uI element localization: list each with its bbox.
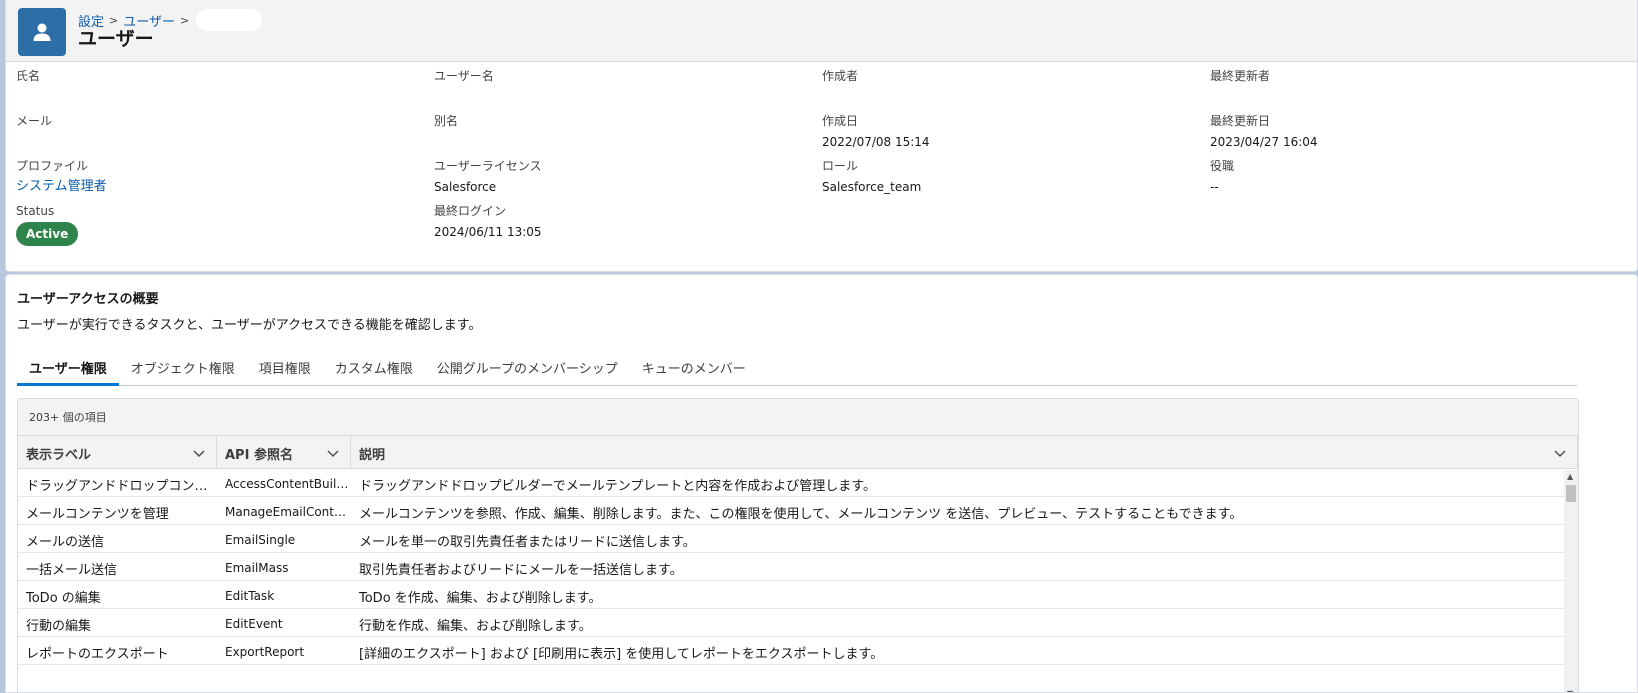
table-header: 表示ラベル API 参照名 説明 (18, 436, 1578, 469)
field-label: 氏名 (16, 69, 41, 83)
field-created-by: 作成者 (822, 68, 858, 84)
table-row[interactable]: ドラッグアンドドロップコンテ... AccessContentBuilder ド… (18, 469, 1578, 497)
cell-api-name: AccessContentBuilder (225, 477, 351, 491)
page-header: 設定 > ユーザー > ユーザー (6, 0, 1637, 62)
field-created-date: 作成日 2022/07/08 15:14 (822, 113, 930, 150)
field-role: ロール Salesforce_team (822, 158, 921, 195)
field-status: Status Active (16, 203, 79, 246)
user-access-summary-card: ユーザーアクセスの概要 ユーザーが実行できるタスクと、ユーザーがアクセスできる機… (5, 274, 1638, 693)
chevron-down-icon[interactable] (1553, 446, 1567, 460)
field-label: Status (16, 204, 55, 218)
field-value: 2022/07/08 15:14 (822, 135, 930, 149)
breadcrumb-redacted-user (196, 9, 263, 31)
cell-description: メールコンテンツを参照、作成、編集、削除します。また、この権限を使用して、メール… (359, 507, 1243, 522)
cell-description: ToDo を作成、編集、および削除します。 (359, 591, 602, 606)
table-row[interactable]: ToDo の編集 EditTask ToDo を作成、編集、および削除します。 (18, 581, 1578, 609)
table-scrollbar[interactable]: ▲ ▼ (1564, 470, 1578, 692)
breadcrumb-separator: > (179, 13, 190, 27)
cell-description: ドラッグアンドドロップビルダーでメールテンプレートと内容を作成および管理します。 (359, 479, 877, 494)
cell-description: メールを単一の取引先責任者またはリードに送信します。 (359, 535, 696, 550)
tab-custom-permissions[interactable]: カスタム権限 (323, 349, 425, 386)
table-row[interactable]: メールの送信 EmailSingle メールを単一の取引先責任者またはリードに送… (18, 525, 1578, 553)
user-header-card: 設定 > ユーザー > ユーザー 氏名 ユーザー名 作成者 最終更新者 メール … (5, 0, 1638, 272)
field-value: -- (1210, 180, 1219, 194)
access-tabs: ユーザー権限 オブジェクト権限 項目権限 カスタム権限 公開グループのメンバーシ… (17, 349, 1577, 386)
field-label: ユーザーライセンス (434, 159, 542, 173)
field-value: 2024/06/11 13:05 (434, 225, 542, 239)
column-header-api-name[interactable]: API 参照名 (217, 436, 351, 468)
column-header-text: API 参照名 (225, 448, 293, 463)
field-label: ユーザー名 (434, 69, 494, 83)
field-label: 別名 (434, 114, 459, 128)
field-username: ユーザー名 (434, 68, 494, 84)
table-body: ドラッグアンドドロップコンテ... AccessContentBuilder ド… (18, 469, 1578, 665)
status-badge: Active (16, 222, 79, 246)
field-email: メール (16, 113, 52, 129)
field-value: 2023/04/27 16:04 (1210, 135, 1318, 149)
page-title: ユーザー (78, 28, 154, 50)
field-full-name: 氏名 (16, 68, 40, 84)
cell-label: 一括メール送信 (26, 563, 118, 578)
user-detail-fields: 氏名 ユーザー名 作成者 最終更新者 メール 別名 作成日 2022/07/08… (6, 62, 1637, 271)
cell-api-name: ManageEmailContent (225, 505, 351, 519)
user-icon (18, 8, 66, 56)
cell-label: 行動の編集 (26, 619, 92, 634)
field-last-modified-by: 最終更新者 (1210, 68, 1270, 84)
table-row[interactable]: 行動の編集 EditEvent 行動を作成、編集、および削除します。 (18, 609, 1578, 637)
cell-label: ToDo の編集 (26, 591, 101, 606)
chevron-down-icon[interactable] (326, 446, 340, 460)
field-user-license: ユーザーライセンス Salesforce (434, 158, 542, 195)
section-title: ユーザーアクセスの概要 (17, 292, 159, 307)
field-label: 作成日 (822, 114, 859, 128)
cell-label: ドラッグアンドドロップコンテ... (26, 479, 217, 494)
cell-label: レポートのエクスポート (26, 647, 169, 662)
section-description: ユーザーが実行できるタスクと、ユーザーがアクセスできる機能を確認します。 (17, 318, 482, 333)
cell-api-name: EditTask (225, 589, 275, 603)
cell-description: 行動を作成、編集、および削除します。 (359, 619, 592, 634)
tab-object-permissions[interactable]: オブジェクト権限 (119, 349, 247, 386)
column-header-label[interactable]: 表示ラベル (18, 436, 217, 468)
field-title: 役職 -- (1210, 158, 1234, 195)
permissions-table: 203+ 個の項目 表示ラベル API 参照名 説明 ドラッグアンドドロップコン… (17, 398, 1579, 692)
field-label: プロファイル (16, 159, 89, 173)
cell-api-name: ExportReport (225, 645, 305, 659)
field-last-login: 最終ログイン 2024/06/11 13:05 (434, 203, 542, 240)
cell-label: メールコンテンツを管理 (26, 507, 169, 522)
scroll-down-arrow-icon[interactable]: ▼ (1567, 689, 1573, 692)
cell-description: 取引先責任者およびリードにメールを一括送信します。 (359, 563, 683, 578)
field-label: 作成者 (822, 69, 859, 83)
field-last-modified-date: 最終更新日 2023/04/27 16:04 (1210, 113, 1318, 150)
tab-queue-members[interactable]: キューのメンバー (630, 349, 758, 386)
scroll-up-arrow-icon[interactable]: ▲ (1567, 472, 1573, 481)
field-value: Salesforce (434, 180, 497, 194)
table-row[interactable]: レポートのエクスポート ExportReport [詳細のエクスポート] および… (18, 637, 1578, 665)
chevron-down-icon[interactable] (192, 446, 206, 460)
cell-description: [詳細のエクスポート] および [印刷用に表示] を使用してレポートをエクスポー… (359, 647, 884, 662)
tab-field-permissions[interactable]: 項目権限 (247, 349, 323, 386)
cell-api-name: EmailMass (225, 561, 289, 575)
scrollbar-thumb[interactable] (1566, 485, 1576, 502)
field-label: 最終更新日 (1210, 114, 1271, 128)
field-value: Salesforce_team (822, 180, 922, 194)
field-label: 最終ログイン (434, 204, 507, 218)
field-label: メール (16, 114, 53, 128)
profile-link[interactable]: システム管理者 (16, 179, 107, 195)
field-label: 役職 (1210, 159, 1235, 173)
column-header-description[interactable]: 説明 (351, 436, 1578, 468)
tab-public-group-membership[interactable]: 公開グループのメンバーシップ (425, 349, 630, 386)
cell-api-name: EditEvent (225, 617, 283, 631)
field-alias: 別名 (434, 113, 458, 129)
field-profile: プロファイル システム管理者 (16, 158, 107, 195)
cell-label: メールの送信 (26, 535, 105, 550)
tab-user-permissions[interactable]: ユーザー権限 (17, 349, 119, 386)
item-count: 203+ 個の項目 (18, 399, 1578, 436)
field-label: 最終更新者 (1210, 69, 1271, 83)
column-header-text: 説明 (359, 448, 386, 463)
table-row[interactable]: 一括メール送信 EmailMass 取引先責任者およびリードにメールを一括送信し… (18, 553, 1578, 581)
field-label: ロール (822, 159, 859, 173)
cell-api-name: EmailSingle (225, 533, 296, 547)
column-header-text: 表示ラベル (26, 448, 92, 463)
table-row[interactable]: メールコンテンツを管理 ManageEmailContent メールコンテンツを… (18, 497, 1578, 525)
